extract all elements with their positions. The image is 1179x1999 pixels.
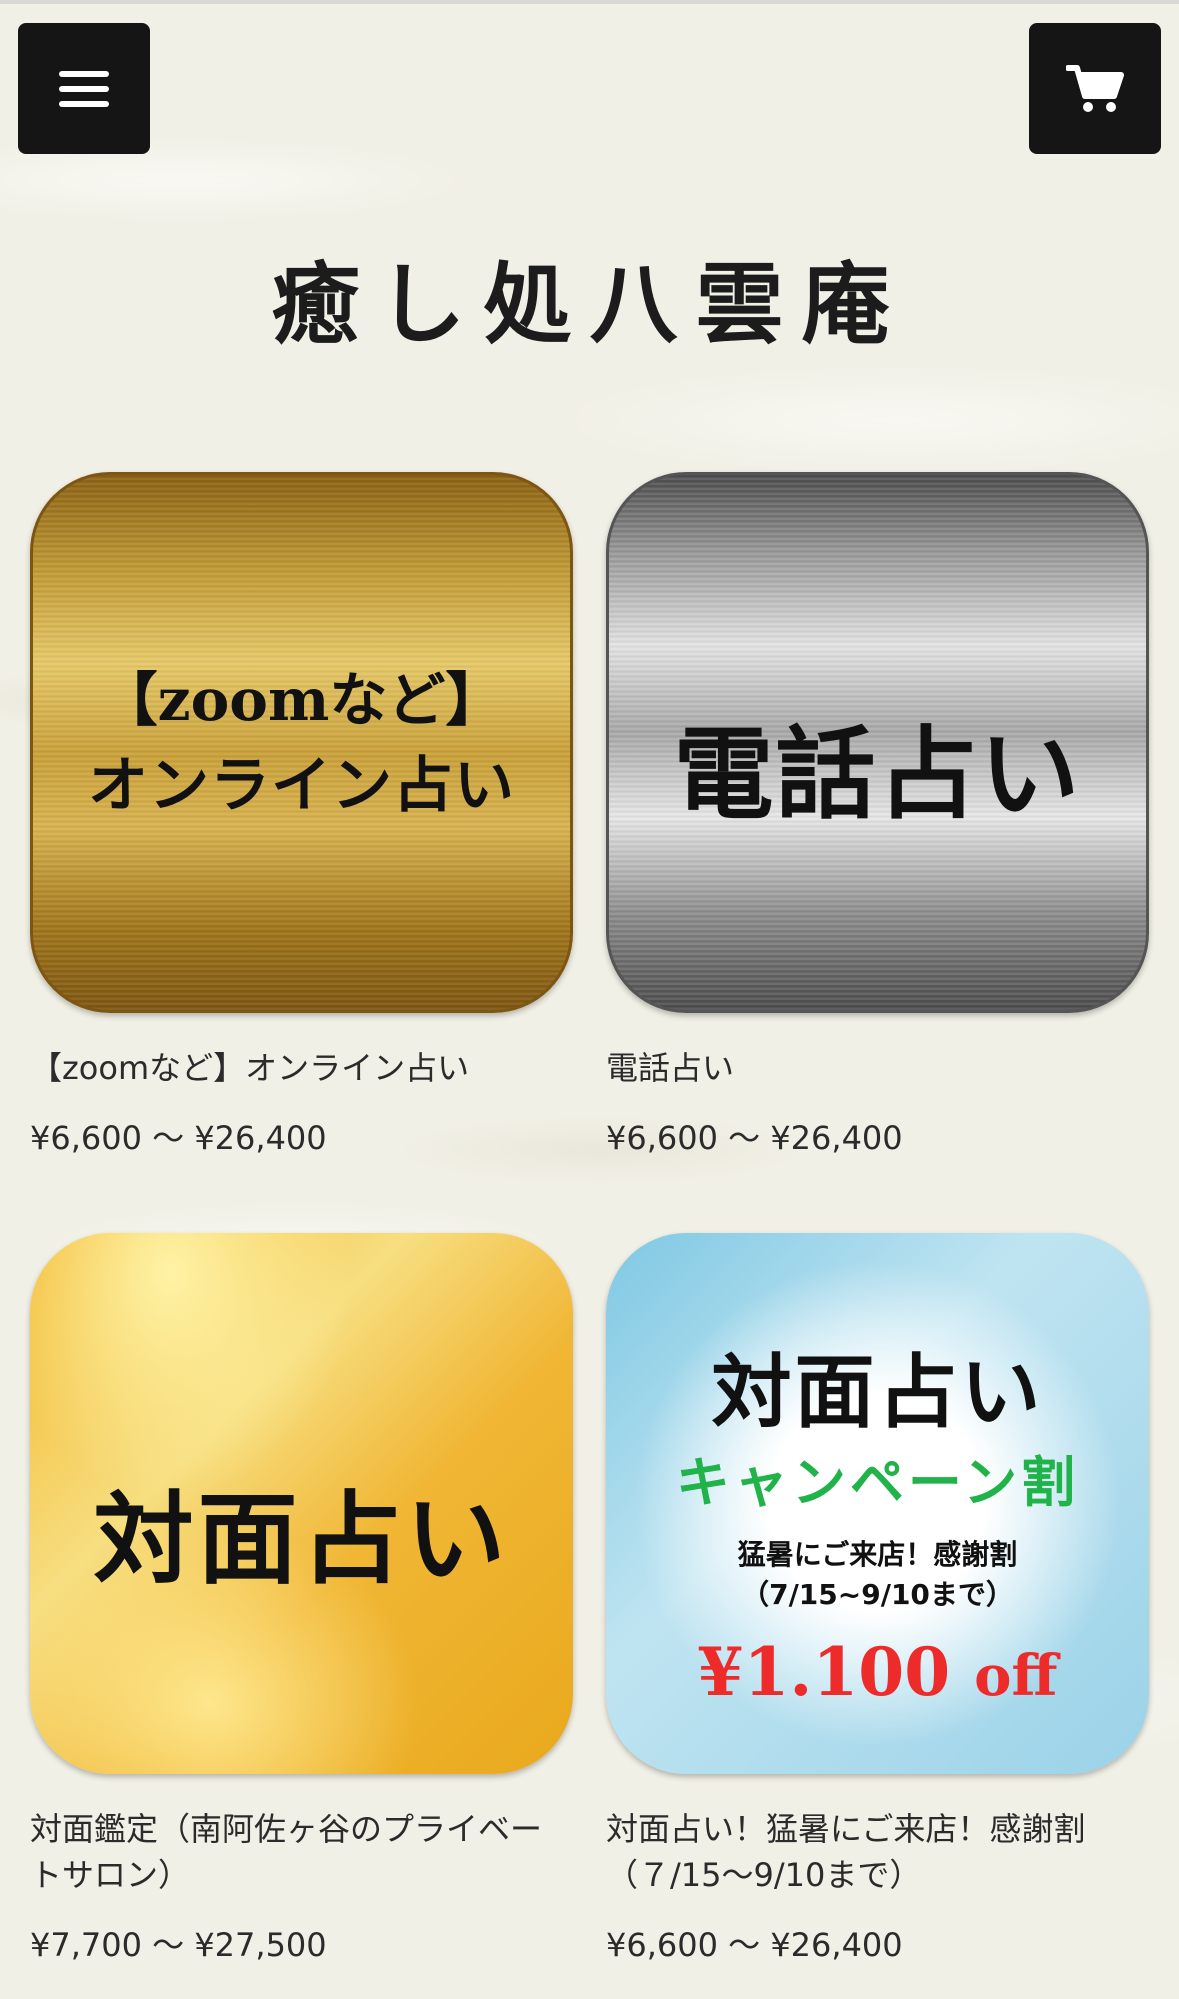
product-price: ¥7,700 〜 ¥27,500 (30, 1926, 327, 1964)
thumb-text: 【zoomなど】 (99, 666, 504, 734)
product-image[interactable]: 【zoomなど】 オンライン占い (30, 472, 573, 1013)
product-price: ¥6,600 〜 ¥26,400 (606, 1119, 903, 1157)
site-title: 癒し処八雲庵 (271, 253, 908, 356)
product-image[interactable]: 電話占い (606, 472, 1149, 1013)
discount-off: off (974, 1643, 1058, 1709)
product-price: ¥6,600 〜 ¥26,400 (606, 1926, 903, 1964)
menu-button[interactable] (18, 23, 150, 154)
top-border (0, 0, 1179, 4)
product-name[interactable]: 電話占い (606, 1045, 1149, 1091)
thumb-text: 猛暑にご来店！感謝割 (737, 1538, 1018, 1571)
hamburger-menu-icon (59, 70, 109, 107)
discount-amount: ¥1.100 (697, 1633, 951, 1711)
discount-text: ¥1.100 off (606, 1633, 1149, 1711)
shopping-cart-icon (1066, 64, 1124, 112)
product-name[interactable]: 対面鑑定（南阿佐ヶ谷のプライベートサロン） (30, 1806, 573, 1898)
product-price: ¥6,600 〜 ¥26,400 (30, 1119, 327, 1157)
product-name[interactable]: 対面占い！猛暑にご来店！感謝割（７/15〜9/10まで） (606, 1806, 1149, 1898)
cart-button[interactable] (1029, 23, 1161, 154)
thumb-text: 対面占い (93, 1480, 510, 1598)
thumb-text: （7/15~9/10まで） (741, 1578, 1014, 1611)
product-image[interactable]: 対面占い (30, 1233, 573, 1774)
thumb-text: 対面占い (711, 1345, 1044, 1439)
product-image[interactable]: 対面占い キャンペーン割 猛暑にご来店！感謝割 （7/15~9/10まで） ¥1… (606, 1233, 1149, 1774)
thumb-text: キャンペーン割 (675, 1451, 1080, 1514)
product-name[interactable]: 【zoomなど】オンライン占い (30, 1045, 573, 1091)
thumb-text: オンライン占い (88, 751, 515, 821)
thumb-text: 電話占い (673, 715, 1082, 833)
